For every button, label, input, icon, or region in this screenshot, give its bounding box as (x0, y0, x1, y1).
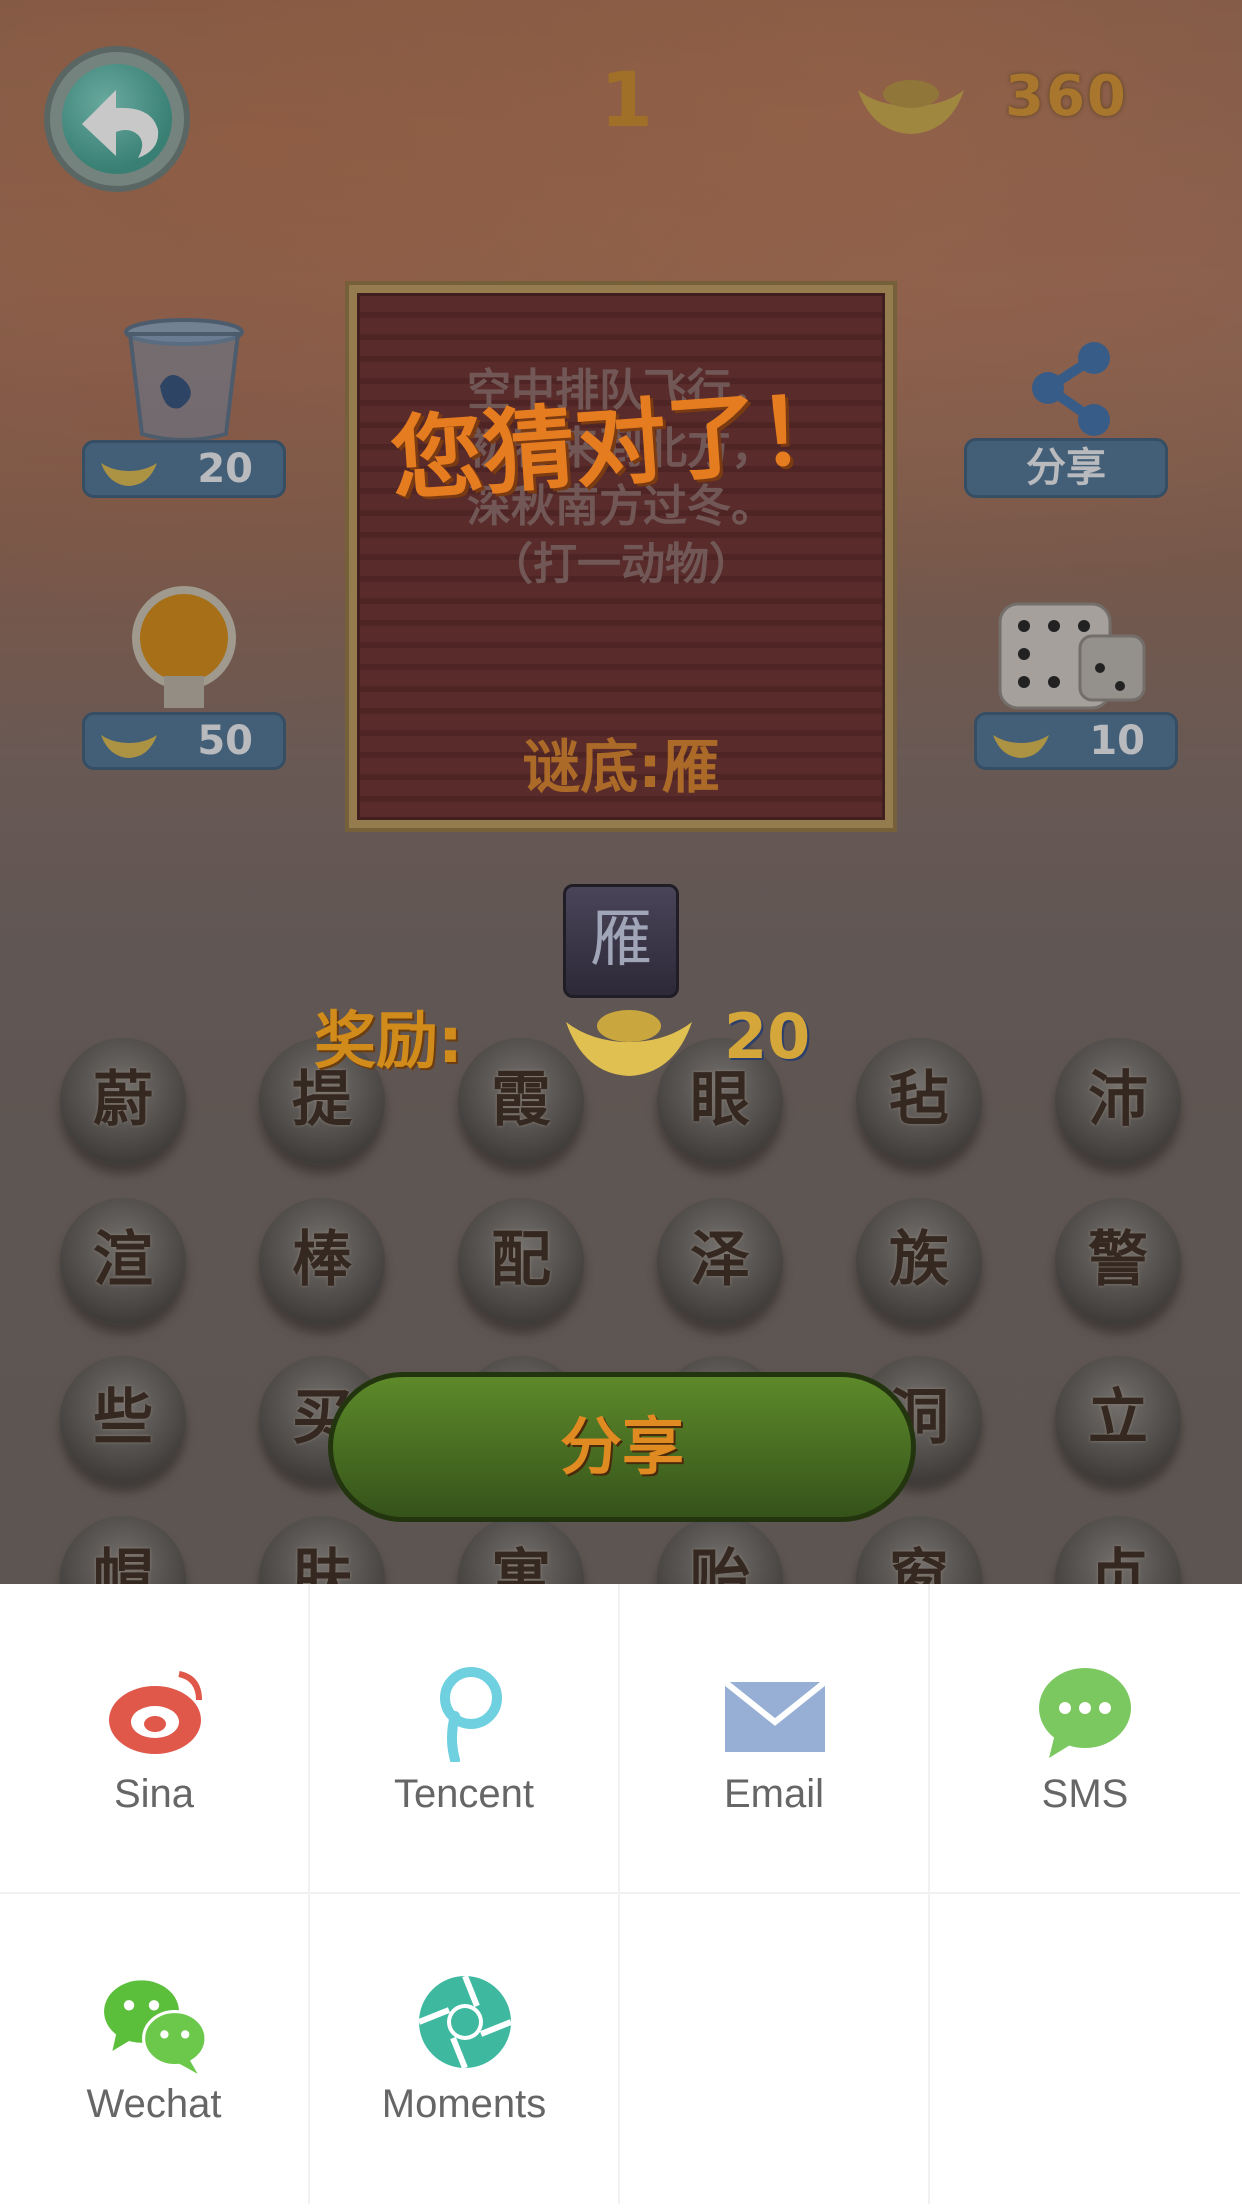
share-email[interactable]: Email (620, 1584, 930, 1894)
share-sina[interactable]: Sina (0, 1584, 310, 1894)
share-sms[interactable]: SMS (930, 1584, 1240, 1894)
share-label: Moments (381, 2082, 547, 2126)
share-label: SMS (1041, 1772, 1129, 1816)
share-button[interactable]: 分享 (328, 1372, 916, 1522)
email-icon (725, 1679, 825, 1752)
wechat-icon (104, 1980, 208, 2074)
empty-cell (620, 1894, 930, 2204)
tencent-weibo-icon (440, 1667, 502, 1762)
share-label: Sina (113, 1772, 195, 1816)
sms-icon (1039, 1668, 1131, 1758)
reward-label: 奖励: (314, 1004, 463, 1077)
reward-amount: 20 (724, 1000, 811, 1073)
share-label: Wechat (86, 2082, 222, 2126)
share-sheet: Sina Tencent Email SMS Wechat Moments (0, 1584, 1242, 2208)
share-moments[interactable]: Moments (310, 1894, 620, 2204)
sina-weibo-icon (109, 1671, 202, 1754)
share-label: Email (723, 1772, 825, 1816)
gold-ingot-icon (566, 1010, 692, 1076)
share-label: Tencent (393, 1772, 535, 1816)
share-wechat[interactable]: Wechat (0, 1894, 310, 2204)
moments-icon (417, 1974, 513, 2070)
modal-dim-overlay (0, 0, 1242, 1584)
share-tencent[interactable]: Tencent (310, 1584, 620, 1894)
game-screen: 1 360 20 50 分享 10 空中排队飞行， 初春来到北方， 深秋南方过冬… (0, 0, 1242, 1584)
